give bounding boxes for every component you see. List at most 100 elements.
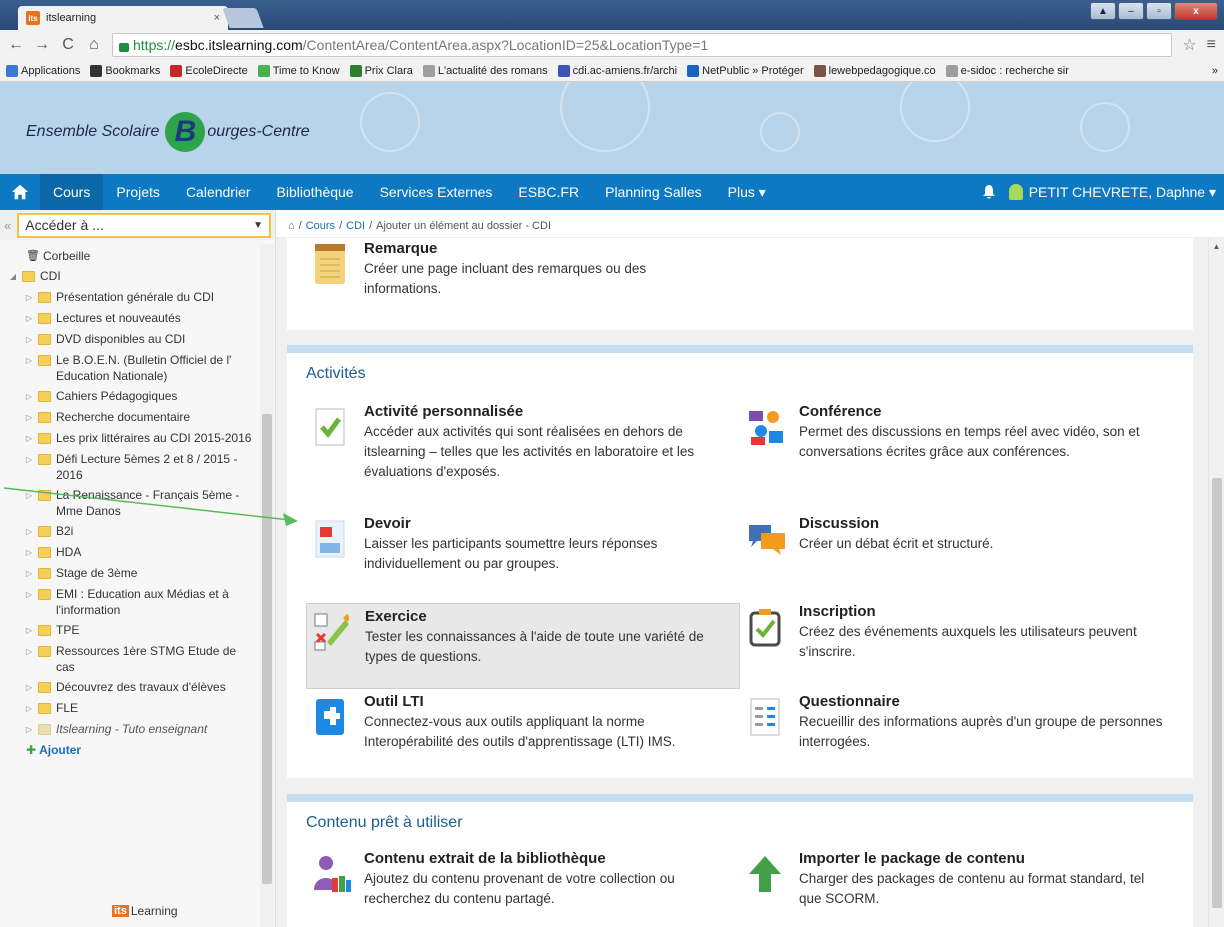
browser-menu-icon[interactable]: ≡: [1207, 36, 1216, 54]
bookmark-item[interactable]: Time to Know: [257, 64, 340, 77]
nav-item-biblioth-que[interactable]: Bibliothèque: [264, 174, 367, 210]
goto-search-input[interactable]: Accéder à ... ▼: [17, 212, 271, 238]
bookmark-item[interactable]: lewebpedagogique.co: [813, 64, 936, 77]
tile-inscription[interactable]: Inscription Créez des événements auxquels…: [741, 603, 1175, 662]
scroll-up-icon[interactable]: ▲: [1209, 242, 1224, 251]
home-icon[interactable]: ⌂: [86, 36, 102, 54]
reload-icon[interactable]: C: [60, 36, 76, 54]
expand-arrow-icon[interactable]: ▷: [20, 622, 38, 639]
expand-arrow-icon[interactable]: ▷: [20, 430, 38, 447]
nav-home-icon[interactable]: [0, 174, 40, 210]
minimize-button[interactable]: –: [1118, 2, 1144, 20]
expand-arrow-icon[interactable]: ◢: [4, 268, 22, 285]
expand-arrow-icon[interactable]: ▷: [20, 544, 38, 561]
expand-arrow-icon[interactable]: ▷: [20, 451, 38, 468]
bookmarks-more-icon[interactable]: »: [1212, 65, 1218, 77]
tree-item[interactable]: ▷ FLE: [0, 698, 258, 719]
bookmark-favicon-icon: [6, 64, 18, 77]
sidebar-scroll-thumb[interactable]: [262, 414, 272, 884]
tree-item[interactable]: ▷ B2i: [0, 521, 258, 542]
new-tab-button[interactable]: [222, 8, 264, 28]
nav-item-esbc-fr[interactable]: ESBC.FR: [505, 174, 592, 210]
address-bar[interactable]: https://esbc.itslearning.com/ContentArea…: [112, 33, 1173, 57]
tree-item[interactable]: ▷ Ressources 1ère STMG Etude de cas: [0, 641, 258, 677]
notifications-bell-icon[interactable]: [969, 184, 1009, 200]
tree-item[interactable]: 🗑 Corbeille: [0, 246, 258, 266]
expand-arrow-icon[interactable]: ▷: [20, 679, 38, 696]
bookmark-item[interactable]: EcoleDirecte: [170, 64, 248, 77]
expand-arrow-icon[interactable]: ▷: [20, 586, 38, 603]
tile-devoir[interactable]: Devoir Laisser les participants soumettre…: [306, 515, 740, 574]
breadcrumb-home-icon[interactable]: ⌂: [288, 220, 295, 232]
tree-item[interactable]: ▷ Cahiers Pédagogiques: [0, 386, 258, 407]
expand-arrow-icon[interactable]: ▷: [20, 565, 38, 582]
tree-item[interactable]: ▷ Défi Lecture 5èmes 2 et 8 / 2015 - 2016: [0, 449, 258, 485]
expand-arrow-icon[interactable]: ▷: [20, 523, 38, 540]
bookmark-item[interactable]: Applications: [6, 64, 80, 77]
tree-item[interactable]: ▷ Stage de 3ème: [0, 563, 258, 584]
bookmark-item[interactable]: cdi.ac-amiens.fr/archi: [557, 64, 677, 77]
expand-arrow-icon[interactable]: ▷: [20, 289, 38, 306]
tree-item[interactable]: ▷ Découvrez des travaux d'élèves: [0, 677, 258, 698]
expand-arrow-icon[interactable]: ▷: [20, 388, 38, 405]
bookmark-star-icon[interactable]: ☆: [1182, 35, 1196, 55]
tile-contenu-bibliotheque[interactable]: Contenu extrait de la bibliothèque Ajout…: [306, 850, 740, 909]
nav-item-projets[interactable]: Projets: [103, 174, 173, 210]
browser-tab[interactable]: its itslearning ×: [18, 6, 228, 30]
tree-item[interactable]: ▷ Itslearning - Tuto enseignant: [0, 719, 258, 740]
tile-discussion[interactable]: Discussion Créer un débat écrit et struct…: [741, 515, 1175, 559]
dropdown-caret-icon[interactable]: ▼: [253, 220, 263, 231]
expand-arrow-icon[interactable]: ▷: [20, 721, 38, 738]
tree-item[interactable]: ▷ TPE: [0, 620, 258, 641]
tile-outil-lti[interactable]: Outil LTI Connectez-vous aux outils appli…: [306, 693, 740, 752]
user-menu[interactable]: PETIT CHEVRETE, Daphne ▾: [1008, 184, 1224, 201]
expand-arrow-icon[interactable]: ▷: [20, 409, 38, 426]
nav-item-services-externes[interactable]: Services Externes: [367, 174, 506, 210]
main-scroll-thumb[interactable]: [1212, 478, 1222, 908]
tree-item[interactable]: ▷ DVD disponibles au CDI: [0, 329, 258, 350]
nav-item-calendrier[interactable]: Calendrier: [173, 174, 264, 210]
nav-item-planning-salles[interactable]: Planning Salles: [592, 174, 715, 210]
bookmark-item[interactable]: L'actualité des romans: [422, 64, 548, 77]
tile-importer-package[interactable]: Importer le package de contenu Charger d…: [741, 850, 1175, 909]
tile-exercice[interactable]: Exercice Tester les connaissances à l'aid…: [306, 603, 740, 689]
breadcrumb-cdi[interactable]: CDI: [346, 220, 365, 232]
bookmark-item[interactable]: NetPublic » Protéger: [687, 64, 804, 77]
expand-arrow-icon[interactable]: ▷: [20, 487, 38, 504]
tile-remarque[interactable]: Remarque Créer une page incluant des rem…: [306, 240, 740, 299]
tree-item[interactable]: ▷ La Renaissance - Français 5ème - Mme Da…: [0, 485, 258, 521]
user-switch-icon[interactable]: ▲: [1090, 2, 1116, 20]
breadcrumb-cours[interactable]: Cours: [306, 220, 335, 232]
add-button[interactable]: ✚ Ajouter: [0, 740, 258, 760]
expand-arrow-icon[interactable]: ▷: [20, 700, 38, 717]
forward-arrow-icon[interactable]: →: [34, 36, 50, 54]
expand-arrow-icon[interactable]: ▷: [20, 352, 38, 369]
tree-item[interactable]: ▷ EMI : Education aux Médias et à l'infor…: [0, 584, 258, 620]
expand-arrow-icon[interactable]: ▷: [20, 331, 38, 348]
bookmark-item[interactable]: Bookmarks: [90, 64, 160, 77]
back-arrow-icon[interactable]: ←: [8, 36, 24, 54]
sidebar-scrollbar[interactable]: [260, 244, 274, 927]
tree-item[interactable]: ▷ Le B.O.E.N. (Bulletin Officiel de l' Ed…: [0, 350, 258, 386]
tile-conference[interactable]: Conférence Permet des discussions en temp…: [741, 403, 1175, 462]
tree-item[interactable]: ◢ CDI: [0, 266, 258, 287]
bookmark-item[interactable]: e-sidoc : recherche sir: [945, 64, 1069, 77]
nav-item-cours[interactable]: Cours: [40, 174, 104, 210]
tile-activite-personnalisee[interactable]: Activité personnalisée Accéder aux activi…: [306, 403, 740, 482]
collapse-sidebar-icon[interactable]: «: [4, 218, 11, 233]
main-scrollbar[interactable]: ▲: [1208, 238, 1224, 927]
tab-close-icon[interactable]: ×: [214, 12, 220, 24]
maximize-button[interactable]: ▫: [1146, 2, 1172, 20]
expand-arrow-icon[interactable]: ▷: [20, 310, 38, 327]
school-logo[interactable]: Ensemble Scolaire B ourges-Centre: [26, 112, 310, 152]
close-window-button[interactable]: x: [1174, 2, 1218, 20]
nav-item-plus[interactable]: Plus ▾: [715, 174, 779, 210]
tree-item[interactable]: ▷ Les prix littéraires au CDI 2015-2016: [0, 428, 258, 449]
tile-questionnaire[interactable]: Questionnaire Recueillir des informations…: [741, 693, 1175, 752]
tree-item[interactable]: ▷ Lectures et nouveautés: [0, 308, 258, 329]
tree-item[interactable]: ▷ Présentation générale du CDI: [0, 287, 258, 308]
tree-item[interactable]: ▷ Recherche documentaire: [0, 407, 258, 428]
tree-item[interactable]: ▷ HDA: [0, 542, 258, 563]
expand-arrow-icon[interactable]: ▷: [20, 643, 38, 660]
bookmark-item[interactable]: Prix Clara: [349, 64, 413, 77]
